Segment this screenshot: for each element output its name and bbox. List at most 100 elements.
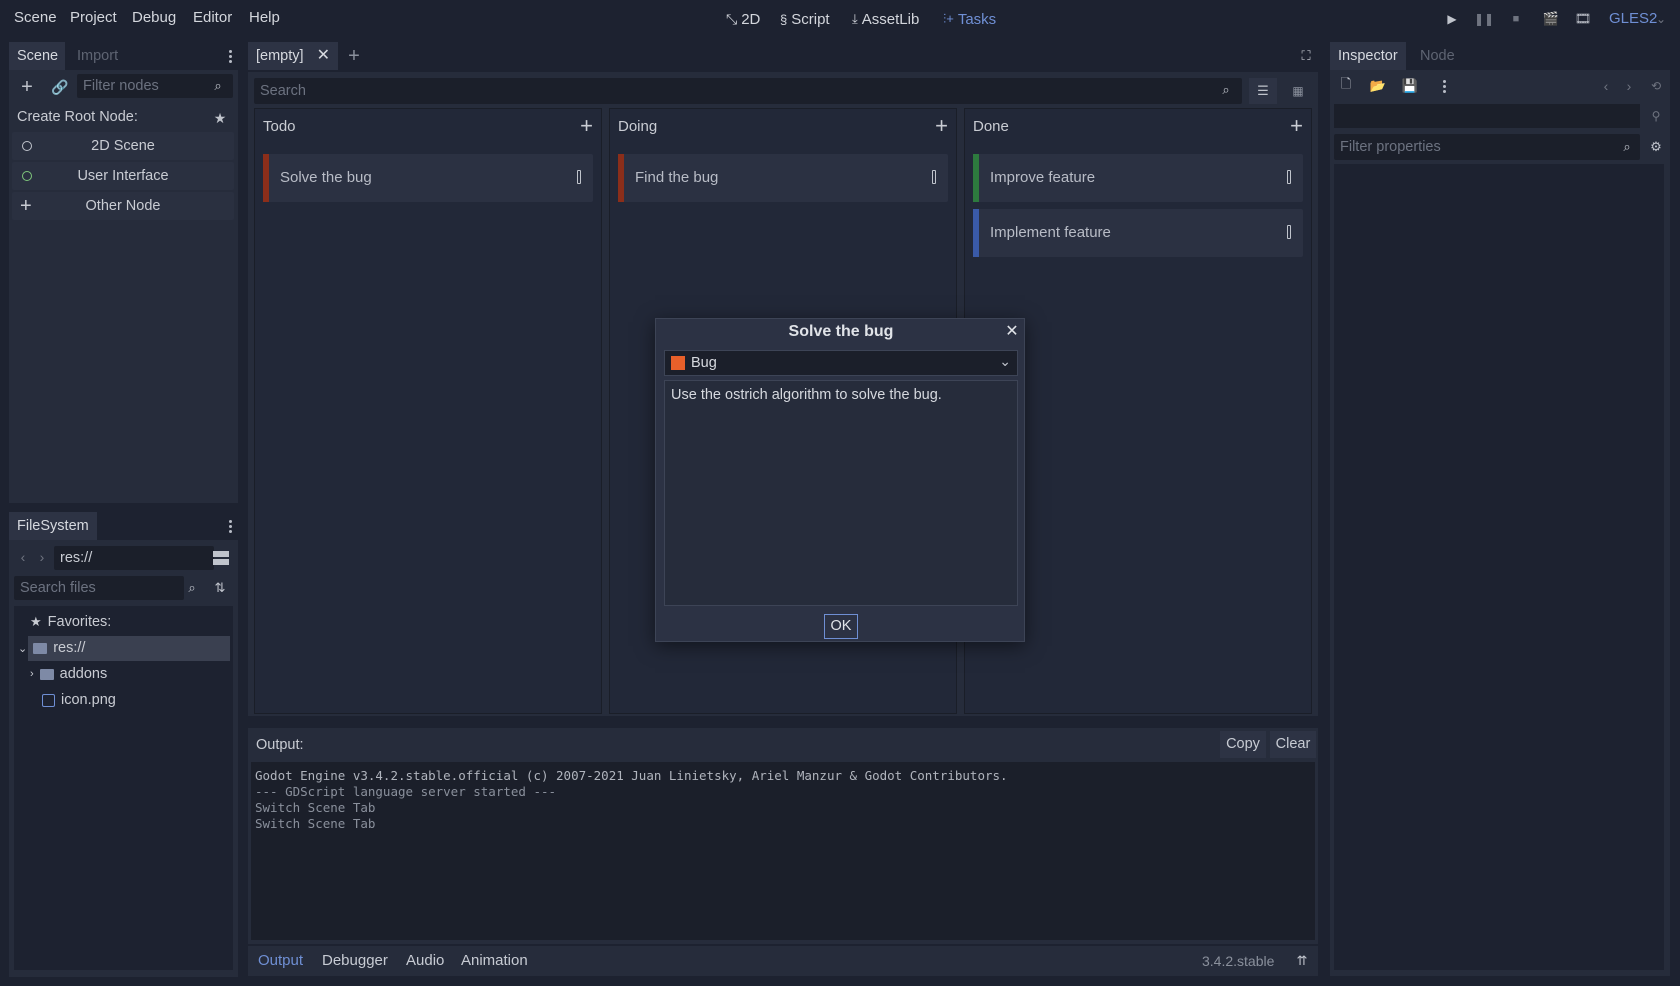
- forward-icon[interactable]: ›: [1623, 78, 1635, 94]
- filesystem-dock: FileSystem ‹ › res:// Search files ⌕ ⇅: [9, 512, 238, 977]
- workspace-2d[interactable]: ⤡ 2D: [726, 8, 760, 30]
- category-select[interactable]: Bug ⌄: [664, 350, 1018, 376]
- link-icon[interactable]: 🔗: [51, 77, 69, 97]
- new-resource-icon[interactable]: 🗋: [1338, 76, 1354, 94]
- folder-icon: [33, 642, 48, 654]
- tab-filesystem[interactable]: FileSystem: [9, 512, 97, 540]
- edit-icon[interactable]: [1287, 225, 1291, 239]
- edit-icon[interactable]: [1287, 170, 1291, 184]
- tab-audio[interactable]: Audio: [406, 952, 444, 969]
- task-card[interactable]: Implement feature: [973, 209, 1303, 257]
- board-settings-icon[interactable]: ☰: [1249, 78, 1277, 104]
- edit-icon[interactable]: [932, 170, 936, 184]
- save-icon[interactable]: 💾: [1402, 78, 1418, 94]
- object-properties-icon[interactable]: ⚲: [1648, 108, 1664, 124]
- search-icon: ⌕: [1222, 82, 1230, 97]
- stop-icon[interactable]: ■: [1508, 11, 1524, 27]
- root-2d-scene-button[interactable]: 2D Scene: [12, 132, 234, 160]
- tree-row-addons[interactable]: › addons: [30, 662, 107, 686]
- tools-icon[interactable]: ⚙: [1648, 139, 1664, 155]
- pause-icon[interactable]: ❚❚: [1474, 11, 1494, 27]
- tab-animation[interactable]: Animation: [461, 952, 528, 969]
- workspace-assetlib[interactable]: ⤓ AssetLib: [852, 8, 919, 30]
- menu-debug[interactable]: Debug: [132, 9, 176, 26]
- root-user-interface-button[interactable]: User Interface: [12, 162, 234, 190]
- filter-properties-input[interactable]: Filter properties: [1334, 134, 1640, 160]
- favorite-star-icon[interactable]: ★: [212, 110, 228, 126]
- inspector-dock: Inspector Node 🗋 📂 💾 ‹ › ⟲ ⚲ Filter prop…: [1330, 42, 1670, 976]
- task-title: Implement feature: [990, 224, 1111, 241]
- inspector-tabbar: Inspector Node: [1330, 42, 1670, 70]
- close-icon[interactable]: ✕: [317, 42, 330, 70]
- search-icon: ⌕: [214, 78, 222, 93]
- description-textarea[interactable]: Use the ostrich algorithm to solve the b…: [664, 380, 1018, 606]
- more-options-icon[interactable]: [1441, 78, 1447, 94]
- tab-output[interactable]: Output: [258, 952, 303, 969]
- favorites-row[interactable]: ★ Favorites:: [30, 610, 111, 634]
- dialog-title: Solve the bug: [788, 323, 894, 340]
- dock-menu-icon[interactable]: [227, 518, 233, 534]
- forward-icon[interactable]: ›: [36, 549, 48, 565]
- add-task-icon[interactable]: +: [1290, 115, 1303, 137]
- editor-tabbar: [empty] ✕ + ⛶: [248, 42, 1318, 70]
- tab-import[interactable]: Import: [69, 42, 126, 70]
- play-scene-icon[interactable]: 🎬: [1542, 11, 1560, 27]
- close-icon[interactable]: ✕: [1004, 323, 1020, 340]
- workspace-script[interactable]: § Script: [780, 8, 830, 30]
- path-input[interactable]: res://: [54, 546, 214, 570]
- menu-help[interactable]: Help: [249, 9, 280, 26]
- ok-button[interactable]: OK: [824, 614, 858, 639]
- create-root-label: Create Root Node:: [17, 109, 138, 125]
- edit-icon[interactable]: [577, 170, 581, 184]
- output-log: Godot Engine v3.4.2.stable.official (c) …: [251, 762, 1315, 940]
- task-card[interactable]: Find the bug: [618, 154, 948, 202]
- board-search-input[interactable]: Search: [254, 78, 1242, 104]
- open-folder-icon[interactable]: 📂: [1370, 78, 1386, 94]
- add-task-icon[interactable]: +: [580, 115, 593, 137]
- copy-button[interactable]: Copy: [1220, 731, 1266, 758]
- clear-button[interactable]: Clear: [1270, 731, 1316, 758]
- chevron-down-icon: ⌄: [999, 353, 1011, 369]
- add-node-icon[interactable]: +: [17, 76, 37, 98]
- inspector-body: [1334, 164, 1664, 970]
- play-icon[interactable]: ▶: [1444, 11, 1460, 27]
- back-icon[interactable]: ‹: [1600, 78, 1612, 94]
- task-card[interactable]: Solve the bug: [263, 154, 593, 202]
- column-title: Todo: [263, 118, 296, 135]
- documentation-icon[interactable]: ▦: [1284, 78, 1312, 104]
- menu-project[interactable]: Project: [70, 9, 117, 26]
- renderer-select[interactable]: GLES2: [1609, 10, 1657, 27]
- sort-icon[interactable]: ⇅: [212, 580, 228, 596]
- tab-node[interactable]: Node: [1412, 42, 1463, 70]
- tab-scene[interactable]: Scene: [9, 42, 65, 70]
- object-path-field: [1334, 104, 1640, 128]
- search-files-input[interactable]: Search files: [14, 576, 184, 600]
- scene-dock-tabbar: Scene Import: [9, 42, 238, 70]
- task-title: Solve the bug: [280, 169, 372, 186]
- tree-row-icon-png[interactable]: icon.png: [42, 688, 116, 712]
- distraction-free-icon[interactable]: ⛶: [1298, 48, 1314, 64]
- add-task-icon[interactable]: +: [935, 115, 948, 137]
- expand-panel-icon[interactable]: ⇈: [1294, 953, 1310, 969]
- workspace-tasks[interactable]: ⫶+ Tasks: [943, 8, 996, 30]
- new-tab-icon[interactable]: +: [344, 45, 364, 67]
- chevron-down-icon[interactable]: ⌄: [1655, 11, 1667, 27]
- play-custom-scene-icon[interactable]: 🎞: [1574, 11, 1592, 27]
- menu-scene[interactable]: Scene: [14, 9, 57, 26]
- root-other-node-button[interactable]: + Other Node: [12, 192, 234, 220]
- task-card[interactable]: Improve feature: [973, 154, 1303, 202]
- menu-editor[interactable]: Editor: [193, 9, 232, 26]
- assetlib-icon: ⤓: [852, 11, 858, 26]
- tab-inspector[interactable]: Inspector: [1330, 42, 1406, 70]
- history-icon[interactable]: ⟲: [1648, 78, 1664, 94]
- category-color-swatch: [671, 356, 685, 370]
- split-view-icon[interactable]: [212, 550, 230, 566]
- dock-menu-icon[interactable]: [227, 48, 233, 64]
- scene-tab-empty[interactable]: [empty] ✕: [248, 42, 338, 70]
- tree-row-res[interactable]: ⌄ res://: [18, 636, 85, 660]
- menu-bar: Scene Project Debug Editor Help ⤡ 2D § S…: [0, 0, 1680, 38]
- chevron-down-icon: ⌄: [18, 642, 28, 655]
- tab-debugger[interactable]: Debugger: [322, 952, 388, 969]
- category-color-bar: [263, 154, 269, 202]
- back-icon[interactable]: ‹: [17, 549, 29, 565]
